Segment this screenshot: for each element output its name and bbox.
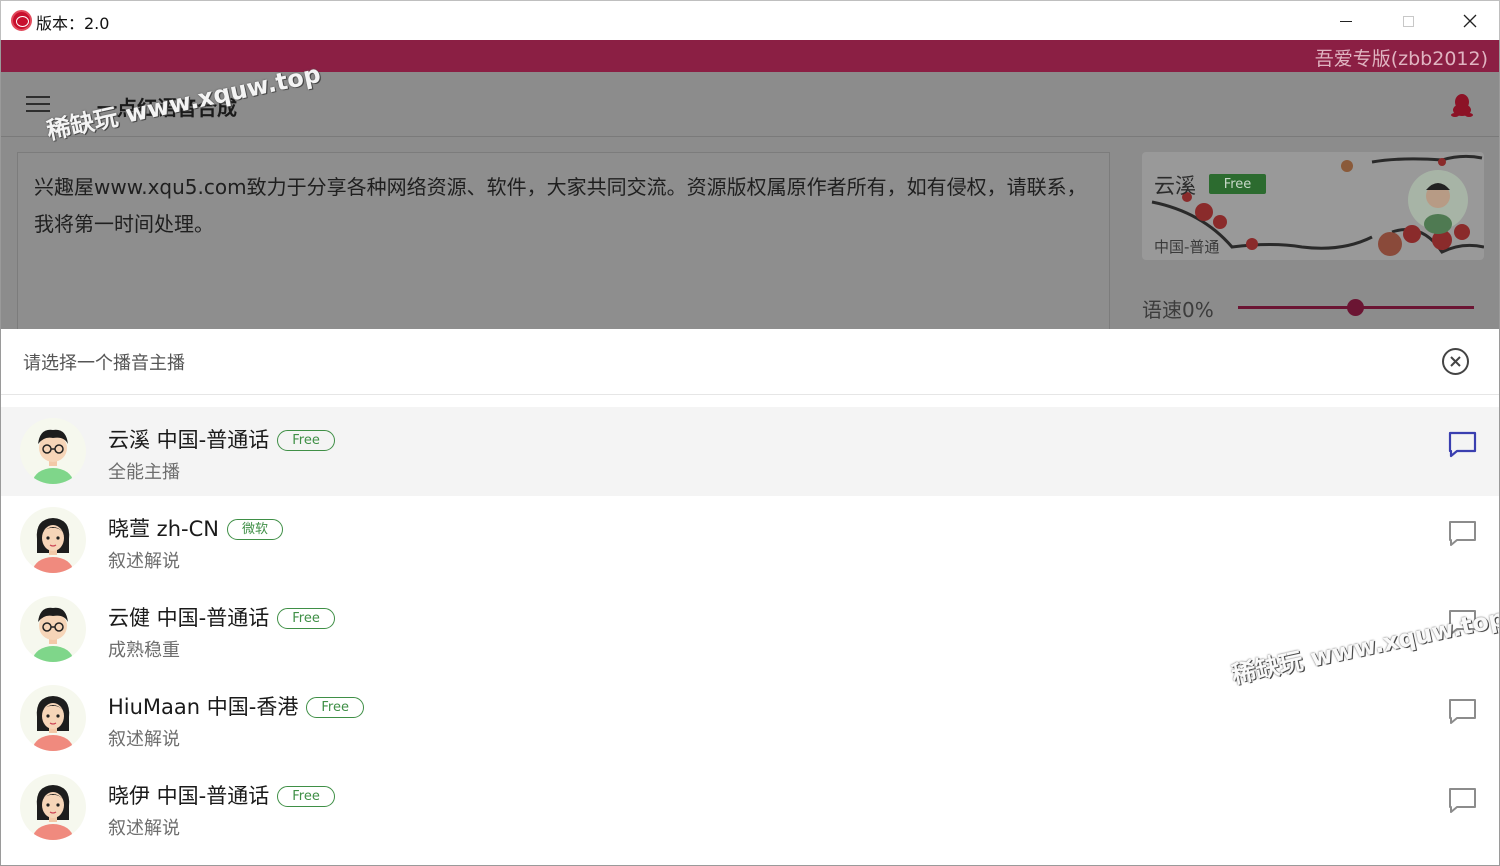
speed-label: 语速0%: [1142, 298, 1214, 322]
sheet-header: 请选择一个播音主播: [0, 329, 1500, 395]
voice-item-name: 晓萱 zh-CN 微软: [108, 513, 283, 543]
voice-name-text: 云溪 中国-普通话: [108, 428, 270, 452]
voice-name-text: 晓伊 中国-普通话: [108, 784, 270, 808]
voice-item-xiaoxuan[interactable]: 晓萱 zh-CN 微软 叙述解说: [0, 496, 1500, 585]
voice-item-desc: 叙述解说: [108, 551, 180, 572]
close-button[interactable]: [1439, 1, 1500, 41]
female-avatar-icon: [20, 685, 86, 751]
voice-item-desc: 全能主播: [108, 462, 180, 483]
voice-tag: Free: [277, 608, 335, 629]
maximize-button[interactable]: [1377, 1, 1439, 41]
voice-name-text: 云健 中国-普通话: [108, 606, 270, 630]
female-avatar-icon: [20, 507, 86, 573]
voice-list: 云溪 中国-普通话 Free 全能主播 晓萱 zh-CN 微软 叙述解说 云健 …: [0, 407, 1500, 852]
voice-tag: Free: [277, 430, 335, 451]
voice-card-badge: Free: [1209, 174, 1266, 194]
voice-tag: 微软: [226, 519, 283, 540]
speed-slider-thumb[interactable]: [1347, 299, 1364, 316]
close-icon: [1463, 14, 1477, 28]
license-banner: 吾爱专版(zbb2012): [0, 40, 1500, 72]
female-avatar-icon: [20, 774, 86, 840]
voice-item-name: 晓伊 中国-普通话 Free: [108, 780, 335, 810]
qq-penguin-icon[interactable]: [1451, 93, 1473, 117]
voice-name-text: 晓萱 zh-CN: [108, 517, 219, 541]
voice-item-desc: 叙述解说: [108, 818, 180, 839]
voice-card-name: 云溪: [1154, 174, 1196, 198]
close-circle-icon: [1450, 356, 1461, 367]
sheet-close-button[interactable]: [1442, 348, 1469, 375]
voice-item-hiumaan[interactable]: HiuMaan 中国-香港 Free 叙述解说: [0, 674, 1500, 763]
voice-item-desc: 叙述解说: [108, 729, 180, 750]
voice-item-name: HiuMaan 中国-香港 Free: [108, 691, 364, 721]
voice-picker-sheet: 请选择一个播音主播 云溪 中国-普通话 Free 全能主播 晓萱 zh-CN 微…: [0, 329, 1500, 866]
voice-name-text: HiuMaan 中国-香港: [108, 695, 299, 719]
window-title: 版本：2.0: [36, 14, 110, 33]
window-titlebar: 版本：2.0: [0, 0, 1500, 40]
maximize-icon: [1402, 15, 1414, 27]
banner-text: 吾爱专版(zbb2012): [1314, 48, 1488, 70]
chat-bubble-icon[interactable]: [1448, 430, 1477, 459]
voice-tag: Free: [306, 697, 364, 718]
chat-bubble-icon[interactable]: [1448, 786, 1477, 815]
current-voice-card[interactable]: 云溪 Free 中国-普通: [1142, 152, 1484, 260]
minimize-button[interactable]: [1315, 1, 1377, 41]
male-avatar-icon: [20, 418, 86, 484]
voice-item-name: 云溪 中国-普通话 Free: [108, 424, 335, 454]
text-input-area[interactable]: 兴趣屋www.xqu5.com致力于分享各种网络资源、软件，大家共同交流。资源版…: [17, 152, 1110, 342]
voice-tag: Free: [277, 786, 335, 807]
voice-item-desc: 成熟稳重: [108, 640, 180, 661]
voice-card-language: 中国-普通: [1154, 238, 1220, 256]
chat-bubble-icon[interactable]: [1448, 697, 1477, 726]
voice-item-name: 云健 中国-普通话 Free: [108, 602, 335, 632]
voice-item-yunxi[interactable]: 云溪 中国-普通话 Free 全能主播: [0, 407, 1500, 496]
chat-bubble-icon[interactable]: [1448, 519, 1477, 548]
minimize-icon: [1340, 20, 1352, 22]
male-avatar-icon: [20, 596, 86, 662]
main-content: 兴趣屋www.xqu5.com致力于分享各种网络资源、软件，大家共同交流。资源版…: [0, 137, 1500, 342]
app-logo-icon: [11, 10, 32, 31]
sheet-title: 请选择一个播音主播: [23, 353, 185, 374]
voice-item-xiaoyi[interactable]: 晓伊 中国-普通话 Free 叙述解说: [0, 763, 1500, 852]
